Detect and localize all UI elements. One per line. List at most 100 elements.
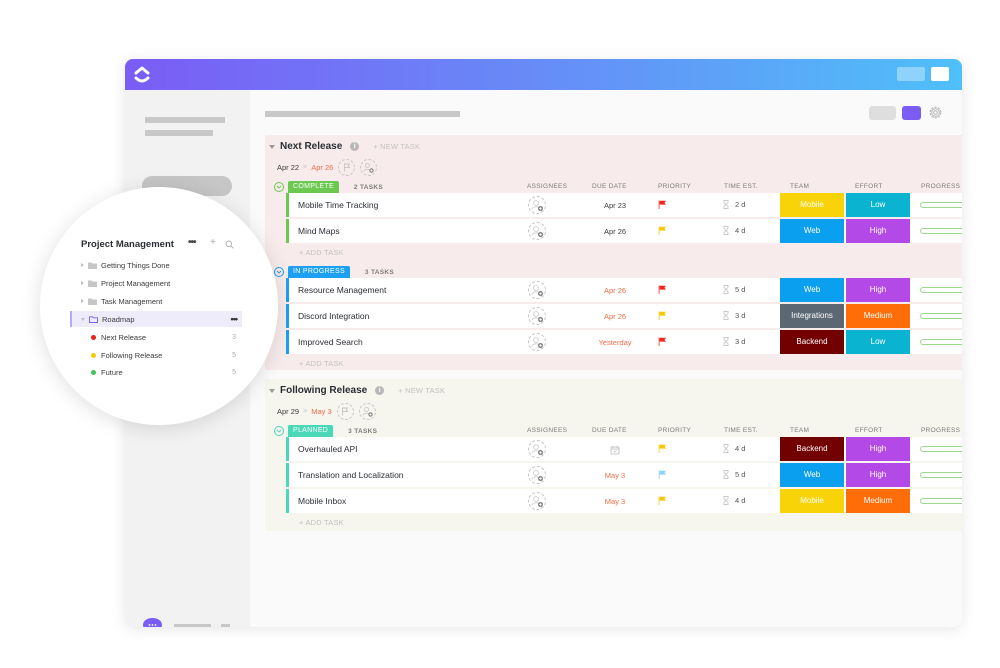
time-estimate[interactable]: 5 d xyxy=(723,285,745,294)
gear-icon[interactable] xyxy=(927,104,944,121)
task-row[interactable]: Mind Maps Apr 26 4 d Web High xyxy=(286,219,962,243)
team-tag[interactable]: Mobile xyxy=(780,193,844,217)
team-tag[interactable]: Backend xyxy=(780,437,844,461)
assignee-picker[interactable] xyxy=(528,440,546,458)
status-collapse-toggle[interactable] xyxy=(274,182,284,192)
column-header-progress[interactable]: PROGRESS xyxy=(921,427,960,434)
due-date[interactable]: Yesterday xyxy=(585,338,645,347)
priority-flag-icon[interactable] xyxy=(658,444,667,453)
due-date[interactable]: Apr 26 xyxy=(585,227,645,236)
start-date[interactable]: Apr 22 xyxy=(277,163,299,172)
expand-caret-icon[interactable] xyxy=(81,299,84,303)
progress-bar[interactable] xyxy=(920,472,962,478)
calendar-icon[interactable] xyxy=(610,445,620,455)
sidebar-folder-roadmap[interactable]: Roadmap ••• xyxy=(70,311,242,327)
progress-bar[interactable] xyxy=(920,228,962,234)
add-task-button[interactable]: + ADD TASK xyxy=(299,359,344,368)
clickup-logo-icon[interactable] xyxy=(132,64,152,86)
task-name[interactable]: Translation and Localization xyxy=(298,470,404,480)
expand-caret-icon[interactable] xyxy=(81,281,84,285)
window-button-secondary[interactable] xyxy=(897,67,925,81)
task-row[interactable]: Resource Management Apr 26 5 d Web High xyxy=(286,278,962,302)
priority-flag-icon[interactable] xyxy=(658,337,667,346)
column-header-time-est[interactable]: TIME EST. xyxy=(724,183,758,190)
priority-flag-icon[interactable] xyxy=(658,311,667,320)
status-pill[interactable]: PLANNED xyxy=(288,425,334,437)
collapse-caret-icon[interactable] xyxy=(269,388,275,393)
status-pill[interactable]: IN PROGRESS xyxy=(288,266,350,278)
time-estimate[interactable]: 3 d xyxy=(723,337,745,346)
progress-bar[interactable] xyxy=(920,287,962,293)
add-icon[interactable]: + xyxy=(210,237,216,248)
column-header-assignees[interactable]: ASSIGNEES xyxy=(527,183,567,190)
effort-tag[interactable]: Low xyxy=(846,330,910,354)
task-name[interactable]: Mobile Time Tracking xyxy=(298,200,378,210)
progress-bar[interactable] xyxy=(920,202,962,208)
sidebar-list-following-release[interactable]: Following Release 5 xyxy=(91,347,236,363)
team-tag[interactable]: Integrations xyxy=(780,304,844,328)
start-date[interactable]: Apr 29 xyxy=(277,407,299,416)
team-tag[interactable]: Mobile xyxy=(780,489,844,513)
end-date[interactable]: Apr 26 xyxy=(311,163,333,172)
task-name[interactable]: Mind Maps xyxy=(298,226,340,236)
time-estimate[interactable]: 4 d xyxy=(723,444,745,453)
folder-more-button[interactable]: ••• xyxy=(231,314,239,324)
priority-flag-icon[interactable] xyxy=(658,470,667,479)
info-icon[interactable]: i xyxy=(350,142,360,151)
sidebar-folder-getting-things-done[interactable]: Getting Things Done xyxy=(81,257,241,273)
task-row[interactable]: Translation and Localization May 3 5 d W… xyxy=(286,463,962,487)
assignee-picker[interactable] xyxy=(528,307,546,325)
expand-caret-icon[interactable] xyxy=(81,263,84,267)
column-header-effort[interactable]: EFFORT xyxy=(855,427,883,434)
column-header-due-date[interactable]: DUE DATE xyxy=(592,183,627,190)
column-header-due-date[interactable]: DUE DATE xyxy=(592,427,627,434)
task-name[interactable]: Mobile Inbox xyxy=(298,496,346,506)
task-row[interactable]: Mobile Inbox May 3 4 d Mobile Medium xyxy=(286,489,962,513)
column-header-effort[interactable]: EFFORT xyxy=(855,183,883,190)
assignee-picker[interactable] xyxy=(528,333,546,351)
toolbar-button[interactable] xyxy=(869,106,896,120)
priority-flag-icon[interactable] xyxy=(658,285,667,294)
assignee-picker[interactable] xyxy=(528,492,546,510)
task-name[interactable]: Overhauled API xyxy=(298,444,358,454)
add-task-button[interactable]: + ADD TASK xyxy=(299,248,344,257)
priority-flag-icon[interactable] xyxy=(658,226,667,235)
progress-bar[interactable] xyxy=(920,339,962,345)
column-header-priority[interactable]: PRIORITY xyxy=(658,183,691,190)
ellipsis-icon[interactable]: ••• xyxy=(188,237,196,248)
task-row[interactable]: Mobile Time Tracking Apr 23 2 d Mobile L… xyxy=(286,193,962,217)
effort-tag[interactable]: High xyxy=(846,219,910,243)
chat-bubble-icon[interactable] xyxy=(142,617,163,627)
due-date[interactable]: Apr 23 xyxy=(585,201,645,210)
time-estimate[interactable]: 3 d xyxy=(723,311,745,320)
collapse-caret-icon[interactable] xyxy=(269,144,275,149)
new-task-button[interactable]: + NEW TASK xyxy=(398,386,445,395)
team-tag[interactable]: Web xyxy=(780,278,844,302)
effort-tag[interactable]: Medium xyxy=(846,489,910,513)
time-estimate[interactable]: 4 d xyxy=(723,496,745,505)
sidebar-list-next-release[interactable]: Next Release 3 xyxy=(91,329,236,345)
window-button-primary[interactable] xyxy=(931,67,949,81)
search-icon[interactable] xyxy=(225,240,234,249)
add-assignee-button[interactable] xyxy=(360,159,378,176)
time-estimate[interactable]: 2 d xyxy=(723,200,745,209)
column-header-team[interactable]: TEAM xyxy=(790,427,809,434)
progress-bar[interactable] xyxy=(920,313,962,319)
effort-tag[interactable]: Medium xyxy=(846,304,910,328)
task-row[interactable]: Overhauled API 4 d Backend High xyxy=(286,437,962,461)
column-header-team[interactable]: TEAM xyxy=(790,183,809,190)
column-header-progress[interactable]: PROGRESS xyxy=(921,183,960,190)
task-name[interactable]: Resource Management xyxy=(298,285,386,295)
task-name[interactable]: Improved Search xyxy=(298,337,363,347)
assignee-picker[interactable] xyxy=(528,281,546,299)
add-task-button[interactable]: + ADD TASK xyxy=(299,518,344,527)
due-date[interactable]: Apr 26 xyxy=(585,312,645,321)
column-header-assignees[interactable]: ASSIGNEES xyxy=(527,427,567,434)
task-name[interactable]: Discord Integration xyxy=(298,311,369,321)
column-header-time-est[interactable]: TIME EST. xyxy=(724,427,758,434)
due-date[interactable]: May 3 xyxy=(585,471,645,480)
progress-bar[interactable] xyxy=(920,446,962,452)
sidebar-folder-task-management[interactable]: Task Management xyxy=(81,293,241,309)
task-row[interactable]: Discord Integration Apr 26 3 d Integrati… xyxy=(286,304,962,328)
due-date[interactable]: Apr 26 xyxy=(585,286,645,295)
